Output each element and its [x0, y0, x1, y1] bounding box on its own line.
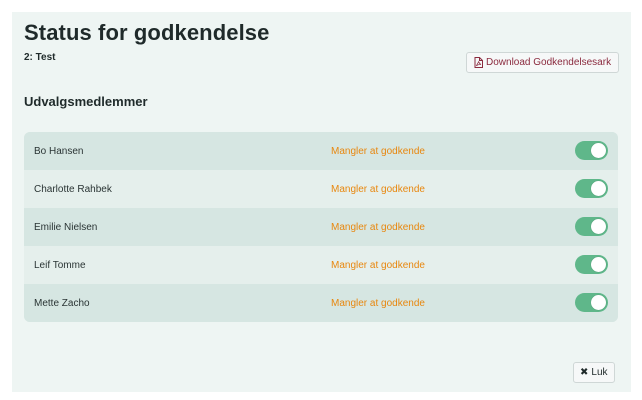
download-button-label: Download Godkendelsesark	[486, 57, 612, 68]
toggle-knob	[591, 257, 606, 272]
members-list: Bo Hansen Mangler at godkende Charlotte …	[24, 132, 618, 322]
approval-toggle[interactable]	[575, 141, 608, 160]
close-button-label: Luk	[591, 367, 608, 378]
member-status: Mangler at godkende	[331, 145, 425, 157]
member-status: Mangler at godkende	[331, 259, 425, 271]
approval-toggle[interactable]	[575, 255, 608, 274]
member-status: Mangler at godkende	[331, 221, 425, 233]
member-status: Mangler at godkende	[331, 297, 425, 309]
approval-toggle[interactable]	[575, 217, 608, 236]
dialog-title: Status for godkendelse	[24, 20, 270, 45]
close-icon: ✖	[580, 366, 589, 378]
dialog-subtitle: 2: Test	[24, 52, 56, 63]
member-name: Bo Hansen	[34, 145, 84, 157]
member-row: Mette Zacho Mangler at godkende	[24, 284, 618, 322]
member-row: Bo Hansen Mangler at godkende	[24, 132, 618, 170]
member-name: Mette Zacho	[34, 297, 90, 309]
toggle-knob	[591, 143, 606, 158]
member-name: Leif Tomme	[34, 259, 86, 271]
member-row: Leif Tomme Mangler at godkende	[24, 246, 618, 284]
pdf-file-icon	[474, 57, 483, 68]
close-button[interactable]: ✖ Luk	[573, 362, 615, 383]
approval-toggle[interactable]	[575, 179, 608, 198]
member-name: Emilie Nielsen	[34, 221, 98, 233]
approval-toggle[interactable]	[575, 293, 608, 312]
member-row: Emilie Nielsen Mangler at godkende	[24, 208, 618, 246]
approval-status-dialog: Status for godkendelse 2: Test Download …	[12, 12, 631, 392]
members-section-title: Udvalgsmedlemmer	[24, 94, 148, 109]
member-status: Mangler at godkende	[331, 183, 425, 195]
member-row: Charlotte Rahbek Mangler at godkende	[24, 170, 618, 208]
toggle-knob	[591, 295, 606, 310]
toggle-knob	[591, 181, 606, 196]
member-name: Charlotte Rahbek	[34, 183, 112, 195]
download-approval-sheet-button[interactable]: Download Godkendelsesark	[466, 52, 620, 73]
toggle-knob	[591, 219, 606, 234]
